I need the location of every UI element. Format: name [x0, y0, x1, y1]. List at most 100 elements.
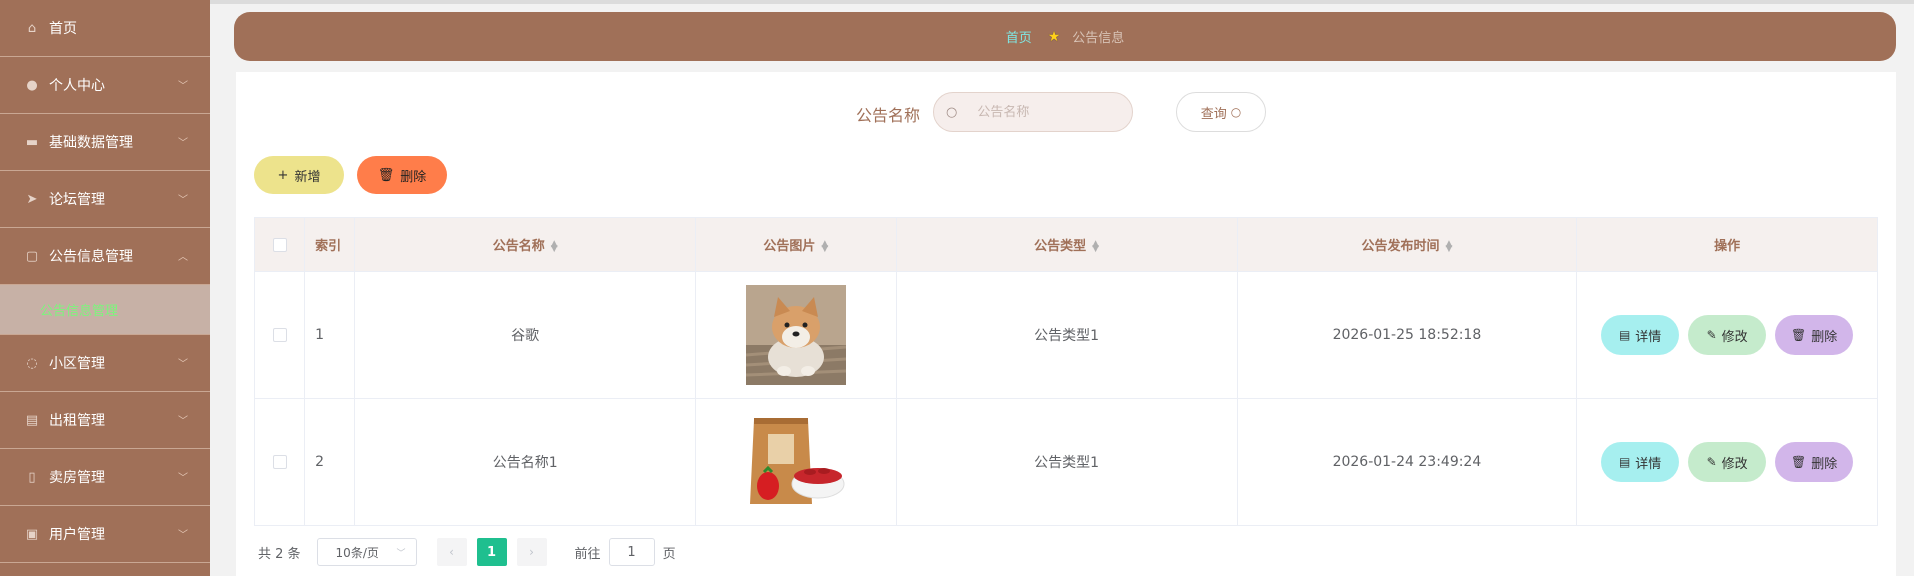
row-image-cell: [695, 398, 897, 526]
select-all-checkbox[interactable]: [272, 237, 287, 252]
detail-button[interactable]: ▤ 详情: [1601, 442, 1680, 482]
chevron-down-icon: ﹀: [178, 473, 188, 484]
chevron-left-icon: ‹: [449, 545, 454, 559]
sidebar-item-home[interactable]: ⌂ 首页: [0, 0, 210, 57]
page-number-button[interactable]: 1: [476, 538, 507, 566]
column-header-name[interactable]: 公告名称 ▲ ▼: [354, 217, 697, 272]
sort-icon[interactable]: ▲ ▼: [821, 239, 828, 253]
column-header-time[interactable]: 公告发布时间 ▲ ▼: [1237, 217, 1578, 272]
search-icon: ○: [1230, 105, 1242, 119]
goji-berry-bag-photo[interactable]: [745, 412, 846, 512]
row-time: 2026-01-25 18:52:18: [1237, 271, 1578, 399]
row-type: 公告类型1: [896, 271, 1238, 399]
row-select-cell: [254, 398, 306, 526]
briefcase-icon: ▤: [25, 412, 39, 428]
document-icon: ▤: [1618, 328, 1631, 342]
sidebar-item-forum[interactable]: ➤ 论坛管理 ﹀: [0, 171, 210, 228]
plus-icon: +: [277, 167, 289, 183]
column-header-index: 索引: [304, 217, 356, 272]
delete-button-label: 删除: [1811, 456, 1838, 472]
next-page-button[interactable]: ›: [516, 538, 547, 566]
sidebar-item-basic-data[interactable]: ▬ 基础数据管理 ﹀: [0, 114, 210, 171]
breadcrumb-current: 公告信息: [1072, 31, 1125, 46]
sidebar-item-label: 用户管理: [49, 527, 105, 543]
send-icon: ➤: [26, 191, 38, 207]
edit-button-label: 修改: [1721, 329, 1748, 345]
sort-icon[interactable]: ▲ ▼: [1445, 239, 1452, 253]
chevron-up-icon: ︿: [178, 252, 188, 263]
shiba-dog-photo[interactable]: [745, 285, 846, 385]
goto-page-input[interactable]: 1: [608, 538, 655, 566]
sidebar-item-label: 小区管理: [49, 356, 105, 372]
pagination: 共 2 条 10条/页 ﹀ ‹ 1 › 前往 1 页: [258, 538, 676, 566]
sidebar-item-house-sale[interactable]: ▯ 卖房管理 ﹀: [0, 449, 210, 506]
sidebar-item-label: 首页: [49, 21, 77, 37]
detail-button[interactable]: ▤ 详情: [1601, 315, 1680, 355]
goto-suffix: 页: [662, 546, 676, 562]
search-field[interactable]: ○: [933, 92, 1138, 132]
chevron-down-icon: ﹀: [178, 81, 188, 92]
column-header-ops: 操作: [1576, 217, 1878, 272]
row-actions-cell: ▤ 详情 ✎ 修改 🗑 删除: [1576, 398, 1878, 526]
sidebar-item-label: 出租管理: [49, 413, 105, 429]
sidebar-item-label: 卖房管理: [49, 470, 105, 486]
add-button[interactable]: + 新增: [254, 156, 344, 194]
breadcrumb-home-link[interactable]: 首页: [1006, 27, 1032, 46]
trash-icon: 🗑: [1791, 455, 1807, 469]
sidebar-item-label: 个人中心: [49, 78, 105, 94]
table-row: 2 公告名称1 公告类型1 2026-01-24 23:49:24 ▤ 详情 ✎…: [254, 398, 1878, 526]
edit-button-label: 修改: [1721, 456, 1748, 472]
batch-delete-button[interactable]: 🗑 删除: [357, 156, 447, 194]
pencil-icon: ✎: [1706, 328, 1717, 342]
row-checkbox[interactable]: [272, 328, 287, 342]
sidebar-item-users[interactable]: ▣ 用户管理 ﹀: [0, 506, 210, 563]
delete-button[interactable]: 🗑 删除: [1775, 315, 1854, 355]
search-input[interactable]: [977, 104, 1138, 120]
mobile-icon: ▯: [28, 469, 36, 485]
column-header-label: 公告名称: [492, 239, 545, 254]
detail-button-label: 详情: [1635, 456, 1662, 472]
row-checkbox[interactable]: [272, 455, 287, 469]
row-name: 公告名称1: [354, 398, 697, 526]
column-header-image[interactable]: 公告图片 ▲ ▼: [695, 217, 897, 272]
edit-button[interactable]: ✎ 修改: [1688, 315, 1767, 355]
chevron-down-icon: ﹀: [178, 416, 188, 427]
pencil-icon: ✎: [1706, 455, 1717, 469]
detail-button-label: 详情: [1635, 329, 1662, 345]
sort-icon[interactable]: ▲ ▼: [1092, 239, 1099, 253]
page-size-select[interactable]: 10条/页 ﹀: [316, 538, 417, 566]
trash-icon: 🗑: [377, 167, 395, 183]
chevron-down-icon: ﹀: [178, 530, 188, 541]
breadcrumb: 首页 ★ 公告信息: [234, 12, 1896, 61]
row-name: 谷歌: [354, 271, 697, 399]
chevron-down-icon: ﹀: [178, 138, 188, 149]
edit-button[interactable]: ✎ 修改: [1688, 442, 1767, 482]
chat-icon: ▢: [25, 248, 39, 264]
sidebar-item-announcement[interactable]: ▢ 公告信息管理 ︿: [0, 228, 210, 285]
prev-page-button[interactable]: ‹: [436, 538, 467, 566]
sidebar-item-label: 论坛管理: [49, 192, 105, 208]
trash-icon: 🗑: [1791, 328, 1807, 342]
column-header-label: 公告发布时间: [1361, 239, 1440, 254]
chevron-down-icon: ﹀: [178, 359, 188, 370]
column-header-type[interactable]: 公告类型 ▲ ▼: [896, 217, 1238, 272]
loading-icon: ◌: [26, 355, 38, 371]
chevron-down-icon: ﹀: [178, 195, 188, 206]
delete-button-label: 删除: [1811, 329, 1838, 345]
sidebar-subitem-announcement-manage[interactable]: 公告信息管理: [0, 285, 210, 335]
sidebar-item-rental[interactable]: ▤ 出租管理 ﹀: [0, 392, 210, 449]
add-button-label: 新增: [294, 169, 321, 185]
sidebar-item-community[interactable]: ◌ 小区管理 ﹀: [0, 335, 210, 392]
delete-button[interactable]: 🗑 删除: [1775, 442, 1854, 482]
row-type: 公告类型1: [896, 398, 1238, 526]
query-button[interactable]: 查询 ○: [1176, 92, 1266, 132]
pagination-total: 共 2 条: [258, 546, 301, 562]
sidebar-subitem-label: 公告信息管理: [40, 304, 119, 319]
row-index: 2: [304, 398, 356, 526]
query-button-label: 查询: [1200, 106, 1227, 122]
sidebar-item-label: 公告信息管理: [49, 249, 133, 265]
sort-icon[interactable]: ▲ ▼: [551, 239, 558, 253]
goto-label: 前往: [574, 546, 601, 562]
top-divider: [210, 0, 1914, 4]
sidebar-item-personal-center[interactable]: ● 个人中心 ﹀: [0, 57, 210, 114]
